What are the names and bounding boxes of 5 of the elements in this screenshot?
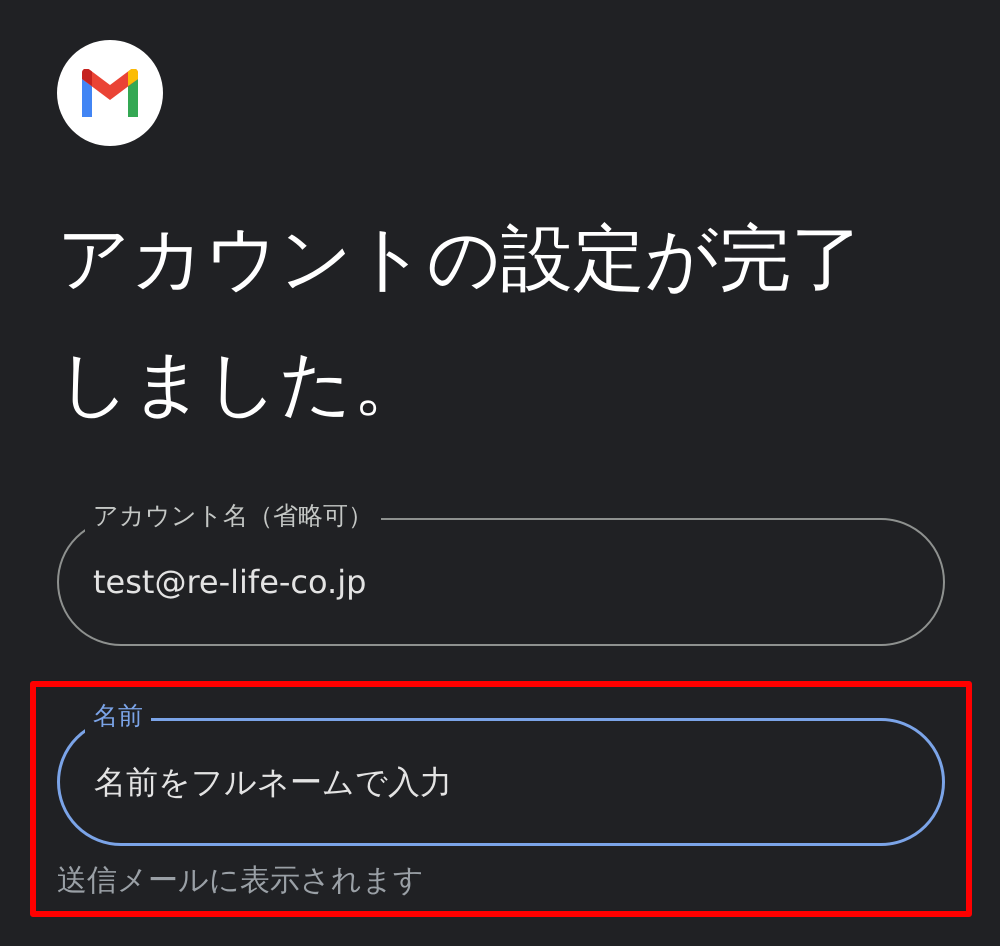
heading-line: しました。 bbox=[57, 340, 426, 427]
heading-line: アカウントの設定が完了 bbox=[57, 215, 864, 302]
helper-text: 送信メールに表示されます bbox=[57, 862, 425, 900]
text-input[interactable]: test@re-life-co.jp bbox=[93, 558, 909, 606]
text-input[interactable]: 名前をフルネームで入力 bbox=[94, 758, 908, 806]
